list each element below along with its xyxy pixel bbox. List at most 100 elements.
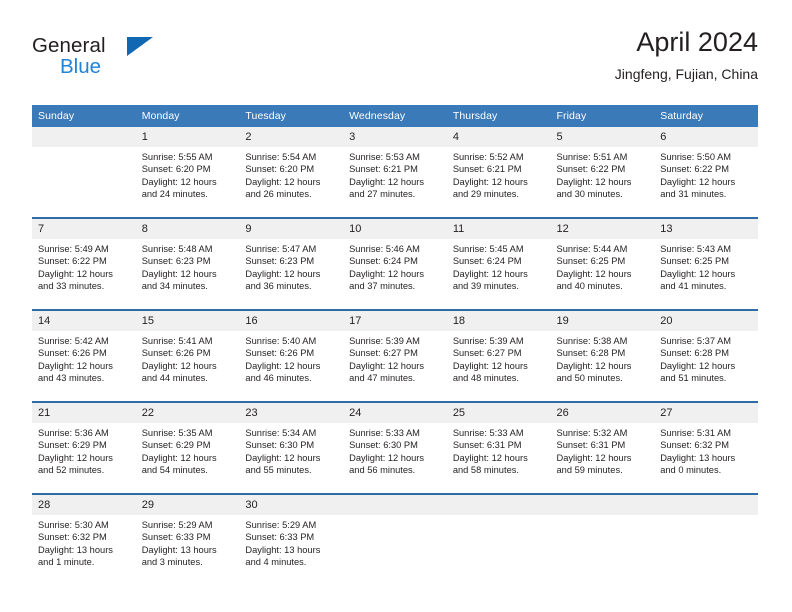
day-number-cell[interactable]: 21 (32, 403, 136, 423)
day-detail-cell[interactable]: Sunrise: 5:41 AM Sunset: 6:26 PM Daylight:… (135, 331, 240, 401)
sunset-text: Sunset: 6:22 PM (38, 256, 107, 267)
day-detail-cell[interactable]: Sunrise: 5:34 AM Sunset: 6:30 PM Daylight:… (239, 423, 344, 493)
day-number-cell[interactable]: 4 (446, 127, 551, 147)
day-detail-cell[interactable]: Sunrise: 5:53 AM Sunset: 6:21 PM Daylight:… (343, 147, 447, 217)
day-number-row: 21 22 23 24 25 26 27 (32, 403, 758, 423)
day-number-cell[interactable]: 10 (343, 219, 447, 239)
day-number-cell[interactable]: 24 (343, 403, 447, 423)
sunrise-text: Sunrise: 5:37 AM (660, 336, 732, 346)
day-detail-row: Sunrise: 5:36 AM Sunset: 6:29 PM Daylight:… (32, 423, 758, 493)
daylight-text-line1: Daylight: 12 hours (245, 268, 321, 279)
page-title: April 2024 (636, 27, 758, 57)
day-number-cell[interactable]: 28 (32, 495, 136, 515)
daylight-text-line1: Daylight: 13 hours (141, 544, 217, 555)
day-detail-cell[interactable]: Sunrise: 5:51 AM Sunset: 6:22 PM Daylight:… (550, 147, 655, 217)
day-detail-cell[interactable]: Sunrise: 5:35 AM Sunset: 6:29 PM Daylight:… (135, 423, 240, 493)
dow-header-saturday: Saturday (654, 105, 758, 127)
day-number-cell[interactable]: 18 (446, 311, 551, 331)
day-detail-cell[interactable]: Sunrise: 5:44 AM Sunset: 6:25 PM Daylight:… (550, 239, 655, 309)
daylight-text-line1: Daylight: 12 hours (349, 268, 425, 279)
daylight-text-line1: Daylight: 12 hours (38, 360, 113, 371)
sunrise-text: Sunrise: 5:30 AM (38, 520, 109, 530)
day-detail-cell[interactable]: Sunrise: 5:33 AM Sunset: 6:30 PM Daylight:… (343, 423, 447, 493)
general-blue-logo[interactable]: General Blue (32, 34, 153, 84)
day-detail-cell[interactable]: Sunrise: 5:49 AM Sunset: 6:22 PM Daylight:… (32, 239, 136, 309)
day-number-cell[interactable]: 7 (32, 219, 136, 239)
daylight-text-line2: and 52 minutes. (38, 465, 105, 476)
day-number-cell[interactable]: 30 (239, 495, 344, 515)
calendar-grid: Sunday Monday Tuesday Wednesday Thursday… (32, 105, 758, 585)
sunset-text: Sunset: 6:28 PM (660, 348, 729, 359)
daylight-text-line2: and 46 minutes. (245, 373, 312, 384)
day-number-cell[interactable]: 1 (135, 127, 240, 147)
sunset-text: Sunset: 6:24 PM (452, 256, 522, 267)
day-detail-cell[interactable]: Sunrise: 5:32 AM Sunset: 6:31 PM Daylight:… (550, 423, 655, 493)
sunrise-text: Sunrise: 5:43 AM (660, 244, 732, 254)
day-detail-cell[interactable]: Sunrise: 5:55 AM Sunset: 6:20 PM Daylight:… (135, 147, 240, 217)
day-detail-cell[interactable]: Sunrise: 5:47 AM Sunset: 6:23 PM Daylight:… (239, 239, 344, 309)
day-detail-cell[interactable]: Sunrise: 5:39 AM Sunset: 6:27 PM Daylight:… (446, 331, 551, 401)
sunrise-text: Sunrise: 5:55 AM (141, 152, 213, 162)
day-detail-cell[interactable]: Sunrise: 5:30 AM Sunset: 6:32 PM Daylight:… (32, 515, 136, 585)
day-number-cell[interactable]: 19 (550, 311, 655, 331)
dow-header-tuesday: Tuesday (239, 105, 344, 127)
daylight-text-line2: and 44 minutes. (141, 373, 208, 384)
day-detail-cell[interactable]: Sunrise: 5:48 AM Sunset: 6:23 PM Daylight:… (135, 239, 240, 309)
day-number-cell[interactable]: 17 (343, 311, 447, 331)
day-number-cell[interactable]: 3 (343, 127, 447, 147)
sunrise-text: Sunrise: 5:52 AM (452, 152, 524, 162)
sunset-text: Sunset: 6:22 PM (660, 164, 729, 175)
sunset-text: Sunset: 6:32 PM (660, 440, 729, 451)
sunset-text: Sunset: 6:33 PM (245, 532, 315, 543)
day-detail-cell[interactable]: Sunrise: 5:33 AM Sunset: 6:31 PM Daylight:… (446, 423, 551, 493)
day-detail-cell[interactable]: Sunrise: 5:50 AM Sunset: 6:22 PM Daylight:… (654, 147, 758, 217)
day-detail-cell[interactable]: Sunrise: 5:45 AM Sunset: 6:24 PM Daylight:… (446, 239, 551, 309)
sunset-text: Sunset: 6:27 PM (349, 348, 418, 359)
day-number-cell[interactable]: 29 (135, 495, 240, 515)
day-number-cell[interactable]: 15 (135, 311, 240, 331)
day-number-cell[interactable]: 20 (654, 311, 758, 331)
day-detail-cell[interactable]: Sunrise: 5:52 AM Sunset: 6:21 PM Daylight:… (446, 147, 551, 217)
day-number-cell[interactable]: 13 (654, 219, 758, 239)
day-detail-cell[interactable]: Sunrise: 5:37 AM Sunset: 6:28 PM Daylight:… (654, 331, 758, 401)
day-detail-cell[interactable]: Sunrise: 5:36 AM Sunset: 6:29 PM Daylight:… (32, 423, 136, 493)
sunrise-text: Sunrise: 5:34 AM (245, 428, 317, 438)
day-number-cell[interactable]: 12 (550, 219, 655, 239)
day-number-cell[interactable]: 11 (446, 219, 551, 239)
dow-header-monday: Monday (135, 105, 240, 127)
day-number-cell[interactable]: 6 (654, 127, 758, 147)
day-number-cell[interactable]: 14 (32, 311, 136, 331)
day-number-cell[interactable]: 8 (135, 219, 240, 239)
sunset-text: Sunset: 6:26 PM (245, 348, 315, 359)
day-number-cell[interactable]: 9 (239, 219, 344, 239)
day-detail-cell[interactable]: Sunrise: 5:31 AM Sunset: 6:32 PM Daylight:… (654, 423, 758, 493)
day-number-cell[interactable]: 5 (550, 127, 655, 147)
day-detail-cell[interactable]: Sunrise: 5:40 AM Sunset: 6:26 PM Daylight:… (239, 331, 344, 401)
day-detail-cell[interactable]: Sunrise: 5:46 AM Sunset: 6:24 PM Daylight:… (343, 239, 447, 309)
daylight-text-line2: and 59 minutes. (556, 465, 623, 476)
day-number-cell[interactable]: 22 (135, 403, 240, 423)
dow-header-thursday: Thursday (446, 105, 551, 127)
day-number-cell[interactable]: 25 (446, 403, 551, 423)
daylight-text-line1: Daylight: 12 hours (141, 452, 217, 463)
daylight-text-line2: and 3 minutes. (141, 557, 203, 568)
day-detail-cell[interactable]: Sunrise: 5:38 AM Sunset: 6:28 PM Daylight:… (550, 331, 655, 401)
day-detail-cell[interactable]: Sunrise: 5:54 AM Sunset: 6:20 PM Daylight:… (239, 147, 344, 217)
day-detail-cell[interactable]: Sunrise: 5:39 AM Sunset: 6:27 PM Daylight:… (343, 331, 447, 401)
day-number-cell[interactable]: 27 (654, 403, 758, 423)
daylight-text-line2: and 43 minutes. (38, 373, 105, 384)
daylight-text-line2: and 39 minutes. (452, 281, 519, 292)
day-number-cell[interactable]: 23 (239, 403, 344, 423)
day-number-cell[interactable]: 26 (550, 403, 655, 423)
sunrise-text: Sunrise: 5:31 AM (660, 428, 732, 438)
day-detail-cell[interactable]: Sunrise: 5:29 AM Sunset: 6:33 PM Daylight:… (135, 515, 240, 585)
daylight-text-line1: Daylight: 12 hours (38, 268, 113, 279)
daylight-text-line1: Daylight: 12 hours (245, 176, 321, 187)
day-detail-cell[interactable]: Sunrise: 5:43 AM Sunset: 6:25 PM Daylight:… (654, 239, 758, 309)
day-number-cell[interactable]: 16 (239, 311, 344, 331)
day-detail-row: Sunrise: 5:55 AM Sunset: 6:20 PM Daylight:… (32, 147, 758, 217)
day-detail-cell[interactable]: Sunrise: 5:42 AM Sunset: 6:26 PM Daylight:… (32, 331, 136, 401)
day-detail-cell[interactable]: Sunrise: 5:29 AM Sunset: 6:33 PM Daylight:… (239, 515, 344, 585)
sunset-text: Sunset: 6:23 PM (245, 256, 315, 267)
day-number-cell[interactable]: 2 (239, 127, 344, 147)
